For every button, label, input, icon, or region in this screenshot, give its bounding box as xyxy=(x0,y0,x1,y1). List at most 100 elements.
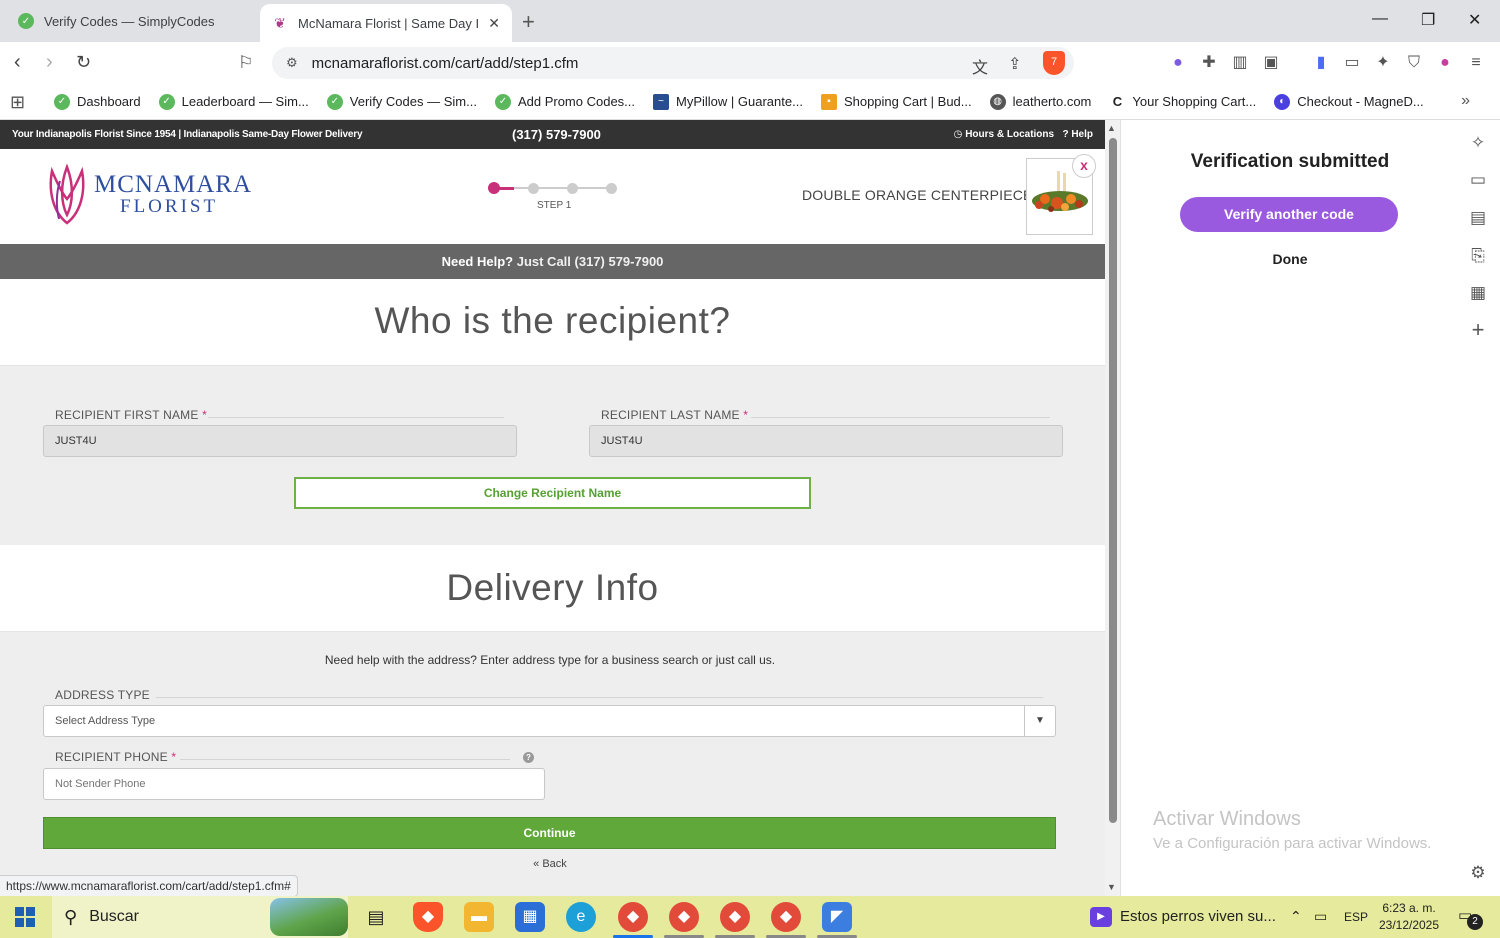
first-name-field[interactable]: JUST4U xyxy=(43,425,517,457)
close-window-icon[interactable]: ✕ xyxy=(1468,10,1481,30)
reload-icon[interactable]: ↻ xyxy=(76,52,91,73)
site-info-icon[interactable]: ⚙ xyxy=(286,55,298,71)
address-help-note: Need help with the address? Enter addres… xyxy=(324,653,776,667)
recipient-section: RECIPIENT FIRST NAME * JUST4U RECIPIENT … xyxy=(0,365,1105,545)
c-icon: C xyxy=(1112,93,1123,109)
store-icon[interactable]: ▦ xyxy=(515,902,545,932)
page-scrollbar[interactable]: ▲ ▼ xyxy=(1105,120,1120,896)
reading-list-icon[interactable]: ▦ xyxy=(1468,283,1488,303)
clock-time: 6:23 a. m. xyxy=(1382,901,1436,915)
settings-gear-icon[interactable]: ⚙ xyxy=(1468,863,1488,883)
bookmark-item[interactable]: ✓ Dashboard xyxy=(54,93,141,110)
split-view-icon[interactable]: ▥ xyxy=(1230,53,1250,73)
task-view-icon[interactable]: ▤ xyxy=(361,902,391,932)
bookmark-item[interactable]: ◐ Checkout - MagneD... xyxy=(1274,93,1424,110)
last-name-label: RECIPIENT LAST NAME * xyxy=(601,408,748,422)
address-type-value: Select Address Type xyxy=(55,715,156,727)
bookmark-icon[interactable]: ⚐ xyxy=(238,53,253,73)
scroll-up-icon[interactable]: ▲ xyxy=(1107,123,1116,133)
bookmark-item[interactable]: ✓ Leaderboard — Sim... xyxy=(158,93,309,110)
bookmark-item[interactable]: ~ MyPillow | Guarante... xyxy=(653,93,803,110)
profile-icon[interactable]: ● xyxy=(1435,53,1455,73)
topbar-phone-link[interactable]: (317) 579-7900 xyxy=(512,127,601,142)
close-product-icon[interactable]: x xyxy=(1072,154,1096,178)
leo-sparkle-icon[interactable]: ✧ xyxy=(1468,133,1488,153)
help-bar-call[interactable]: Just Call (317) 579-7900 xyxy=(517,254,664,269)
new-tab-icon[interactable]: + xyxy=(522,9,535,35)
windows-start-icon[interactable] xyxy=(15,907,35,927)
video-icon[interactable]: ▭ xyxy=(1468,170,1488,190)
leo-ai-icon[interactable]: ✦ xyxy=(1373,53,1393,73)
browser-toolbar: ‹ › ↻ ⚐ ⚙ mcnamaraflorist.com/cart/add/s… xyxy=(0,42,1500,84)
brave-profile-icon[interactable]: ◆ xyxy=(720,902,750,932)
bookmarks-panel-icon[interactable]: ⎘ xyxy=(1468,246,1488,266)
sidebar-toggle-icon[interactable]: ▮ xyxy=(1311,53,1331,73)
address-type-select[interactable]: Select Address Type ▼ xyxy=(43,705,1056,737)
wallet-icon[interactable]: ▤ xyxy=(1468,208,1488,228)
language-indicator[interactable]: ESP xyxy=(1344,910,1368,924)
bookmark-item[interactable]: ▪ Shopping Cart | Bud... xyxy=(820,93,972,110)
wallet-icon[interactable]: ▭ xyxy=(1342,53,1362,73)
bookmark-item[interactable]: ✓ Verify Codes — Sim... xyxy=(326,93,477,110)
edge-icon[interactable]: e xyxy=(566,902,596,932)
extensions-puzzle-icon[interactable]: ✚ xyxy=(1199,53,1219,73)
extension-icon[interactable]: ● xyxy=(1168,53,1188,73)
forward-icon[interactable]: › xyxy=(46,51,53,74)
vpn-icon[interactable]: ⛉ xyxy=(1404,53,1424,73)
brave-profile-icon[interactable]: ◆ xyxy=(618,902,648,932)
menu-icon[interactable]: ≡ xyxy=(1466,53,1486,73)
tray-chevron-icon[interactable]: ⌃ xyxy=(1290,908,1302,925)
brave-shields-icon[interactable]: 7 xyxy=(1043,51,1065,75)
product-name: DOUBLE ORANGE CENTERPIECE xyxy=(802,187,1033,203)
address-bar[interactable]: ⚙ mcnamaraflorist.com/cart/add/step1.cfm… xyxy=(272,47,1074,79)
back-link[interactable]: « Back xyxy=(0,858,1100,870)
label-rule xyxy=(751,417,1050,418)
scroll-thumb[interactable] xyxy=(1109,138,1117,823)
web-page: Your Indianapolis Florist Since 1954 | I… xyxy=(0,120,1105,896)
magned-icon: ◐ xyxy=(1274,93,1291,110)
more-bookmarks-icon[interactable]: » xyxy=(1461,92,1470,110)
brave-profile-icon[interactable]: ◆ xyxy=(771,902,801,932)
hours-locations-link[interactable]: Hours & Locations xyxy=(965,129,1054,140)
search-icon: ⚲ xyxy=(64,906,78,927)
app-icon[interactable]: ◤ xyxy=(822,902,852,932)
simplycodes-side-panel: Verification submitted Verify another co… xyxy=(1120,120,1458,896)
bookmark-item[interactable]: ✓ Add Promo Codes... xyxy=(494,93,635,110)
network-icon[interactable]: ▭ xyxy=(1314,908,1327,925)
done-button[interactable]: Done xyxy=(1121,251,1459,267)
tab-mcnamara-florist[interactable]: ❦ McNamara Florist | Same Day In ✕ xyxy=(260,4,512,42)
delivery-title: Delivery Info xyxy=(446,567,659,608)
share-icon[interactable]: ⇪ xyxy=(1008,54,1021,74)
mcnamara-logo[interactable]: McNamara Florist xyxy=(44,163,252,225)
search-placeholder: Buscar xyxy=(89,908,139,925)
bookmark-item[interactable]: C Your Shopping Cart... xyxy=(1109,93,1257,110)
translate-icon[interactable]: 文 xyxy=(972,54,988,78)
change-recipient-name-button[interactable]: Change Recipient Name xyxy=(294,477,811,509)
help-link[interactable]: Help xyxy=(1071,129,1093,140)
brave-profile-icon[interactable]: ◆ xyxy=(669,902,699,932)
minimize-icon[interactable]: — xyxy=(1372,10,1388,28)
back-icon[interactable]: ‹ xyxy=(14,51,21,74)
brave-taskbar-icon[interactable]: ◆ xyxy=(413,902,443,932)
recipient-phone-input[interactable] xyxy=(43,768,545,800)
file-explorer-icon[interactable]: ▬ xyxy=(464,902,494,932)
step-progress xyxy=(488,181,618,195)
restore-icon[interactable]: ❐ xyxy=(1421,10,1435,30)
tab-verify-codes[interactable]: ✓ Verify Codes — SimplyCodes xyxy=(6,4,256,38)
last-name-field[interactable]: JUST4U xyxy=(589,425,1063,457)
phone-info-icon[interactable]: ? xyxy=(523,752,534,763)
continue-button[interactable]: Continue xyxy=(43,817,1056,849)
apps-grid-icon[interactable]: ⊞ xyxy=(10,92,30,112)
add-panel-icon[interactable]: + xyxy=(1468,319,1488,341)
reader-icon[interactable]: ▣ xyxy=(1261,53,1281,73)
system-clock[interactable]: 6:23 a. m. 23/12/2025 xyxy=(1372,900,1446,934)
bookmark-item[interactable]: ◍ leatherto.com xyxy=(989,93,1091,110)
close-tab-icon[interactable]: ✕ xyxy=(482,15,500,32)
site-topbar: Your Indianapolis Florist Since 1954 | I… xyxy=(0,120,1105,149)
taskbar-search[interactable]: ⚲ Buscar xyxy=(52,896,348,938)
news-widget-icon[interactable]: ▶ xyxy=(1090,907,1112,927)
logo-wordmark: McNamara Florist xyxy=(94,172,252,216)
scroll-down-icon[interactable]: ▼ xyxy=(1107,882,1116,892)
news-headline[interactable]: Estos perros viven su... xyxy=(1120,908,1276,925)
verify-another-code-button[interactable]: Verify another code xyxy=(1180,197,1398,232)
